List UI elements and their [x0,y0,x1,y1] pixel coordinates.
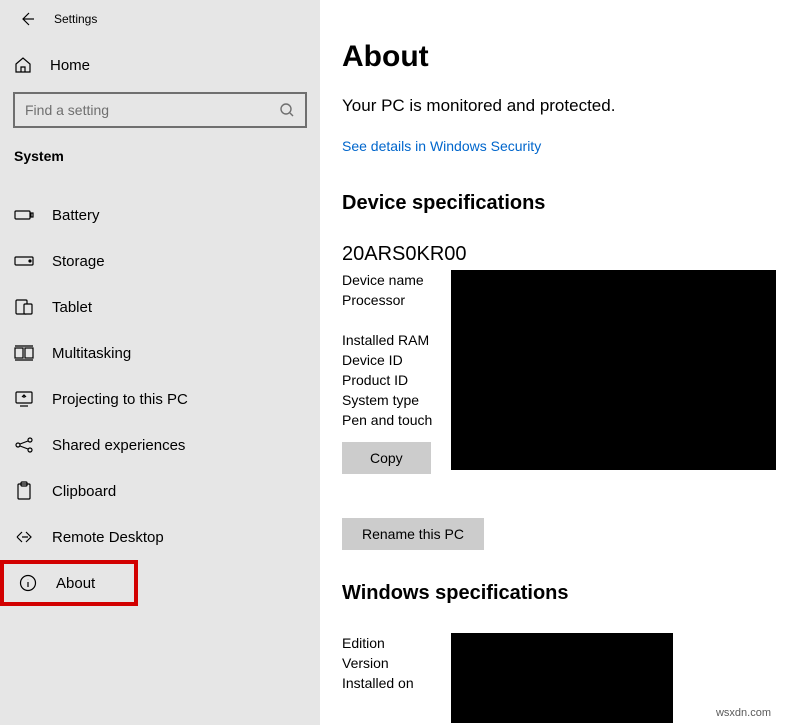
sidebar-item-tablet[interactable]: Tablet [0,284,320,330]
home-label: Home [50,57,90,74]
search-placeholder: Find a setting [25,102,109,118]
sidebar-item-label: Clipboard [52,483,116,500]
sidebar-item-remote-desktop[interactable]: Remote Desktop [0,514,320,560]
spec-label: Installed on [342,675,450,691]
spec-label: Product ID [342,372,450,388]
sidebar-item-label: Battery [52,207,100,224]
content-area: About Your PC is monitored and protected… [320,0,785,725]
redacted-block [451,270,776,470]
spec-label: Processor [342,292,450,308]
sidebar-item-clipboard[interactable]: Clipboard [0,468,320,514]
security-link[interactable]: See details in Windows Security [342,138,785,154]
sidebar-item-label: Storage [52,253,105,270]
windows-spec-heading: Windows specifications [342,582,785,605]
sidebar-item-about[interactable]: About [0,560,138,606]
nav-list: Battery Storage Tablet Multitasking Proj [0,192,320,606]
spec-label: Device name [342,272,450,288]
sidebar-item-battery[interactable]: Battery [0,192,320,238]
copy-button[interactable]: Copy [342,442,431,474]
sidebar-item-label: Shared experiences [52,437,185,454]
projecting-icon [14,389,34,409]
device-spec-heading: Device specifications [342,192,785,215]
top-bar: Settings [0,6,320,48]
device-model: 20ARS0KR00 [342,243,785,266]
button-row: Rename this PC [342,506,785,550]
spec-label: Pen and touch [342,412,450,428]
remote-desktop-icon [14,527,34,547]
app-title: Settings [54,12,97,26]
sidebar-item-label: Projecting to this PC [52,391,188,408]
search-input[interactable]: Find a setting [13,92,307,128]
back-icon[interactable] [18,10,36,28]
page-title: About [342,40,785,74]
sidebar-item-multitasking[interactable]: Multitasking [0,330,320,376]
section-title: System [0,148,320,192]
spec-label: Version [342,655,450,671]
sidebar: Settings Home Find a setting System Batt… [0,0,320,725]
spec-label [342,312,450,328]
sidebar-item-projecting[interactable]: Projecting to this PC [0,376,320,422]
sidebar-item-shared-experiences[interactable]: Shared experiences [0,422,320,468]
battery-icon [14,205,34,225]
rename-pc-button[interactable]: Rename this PC [342,518,484,550]
tablet-icon [14,297,34,317]
spec-label: Device ID [342,352,450,368]
sidebar-item-storage[interactable]: Storage [0,238,320,284]
sidebar-item-label: Tablet [52,299,92,316]
spec-label: Edition [342,635,450,651]
home-icon [14,56,32,74]
home-button[interactable]: Home [0,48,320,92]
about-icon [18,573,38,593]
multitasking-icon [14,343,34,363]
spec-label: Installed RAM [342,332,450,348]
watermark: wsxdn.com [716,707,771,719]
storage-icon [14,251,34,271]
windows-spec-block: Edition Version Installed on [342,633,785,693]
shared-experiences-icon [14,435,34,455]
page-subtitle: Your PC is monitored and protected. [342,96,785,116]
device-spec-block: Device name Processor Installed RAM Devi… [342,270,785,430]
sidebar-item-label: Remote Desktop [52,529,164,546]
sidebar-item-label: About [56,575,95,592]
spec-label: System type [342,392,450,408]
search-icon [279,102,295,118]
clipboard-icon [14,481,34,501]
redacted-block [451,633,673,723]
sidebar-item-label: Multitasking [52,345,131,362]
